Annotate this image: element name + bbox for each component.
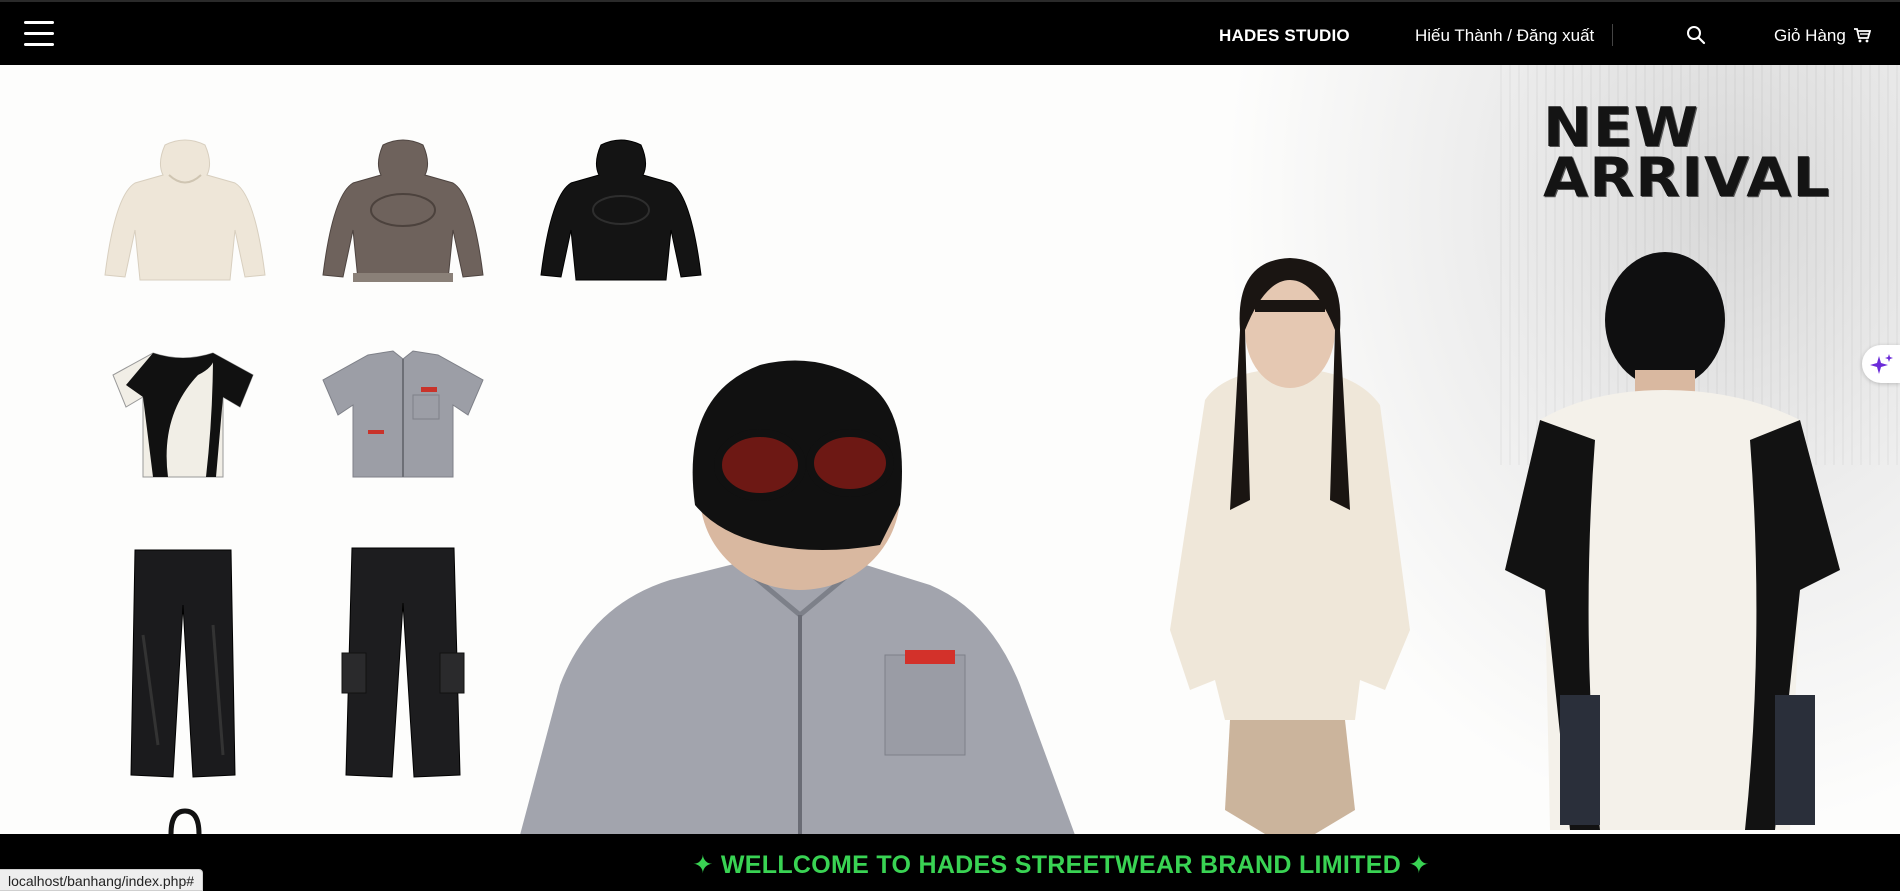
new-arrival-headline: NEW ARRIVAL <box>1543 96 1831 209</box>
model-cream-hoodie-image <box>1155 250 1425 834</box>
brand-link[interactable]: HADES STUDIO <box>1219 26 1350 46</box>
model-panel-tee-back-image <box>1500 240 1845 834</box>
cart-icon <box>1853 27 1871 43</box>
page: HADES STUDIO Hiếu Thành / Đăng xuất Giỏ … <box>0 0 1900 891</box>
grey-zip-shirt-image <box>318 345 488 485</box>
model-grey-shirt-image <box>520 355 1080 834</box>
cart-link[interactable]: Giỏ Hàng <box>1774 26 1871 46</box>
black-cargo-pants-image <box>338 543 468 780</box>
user-logout-link[interactable]: Hiếu Thành / Đăng xuất <box>1415 26 1594 46</box>
top-navbar: HADES STUDIO Hiếu Thành / Đăng xuất Giỏ … <box>0 0 1900 65</box>
hero-banner[interactable]: NEW ARRIVAL <box>0 65 1900 834</box>
black-hoodie-image <box>531 135 711 295</box>
panel-tee-image <box>108 345 258 485</box>
cart-label: Giỏ Hàng <box>1774 26 1846 45</box>
nav-divider <box>1612 24 1613 46</box>
welcome-bar: ✦ WELLCOME TO HADES STREETWEAR BRAND LIM… <box>0 834 1900 891</box>
welcome-marquee: ✦ WELLCOME TO HADES STREETWEAR BRAND LIM… <box>692 851 1430 879</box>
search-icon[interactable] <box>1686 25 1706 45</box>
brown-hoodie-image <box>313 135 493 295</box>
bag-handle-image <box>165 807 205 834</box>
hamburger-icon[interactable] <box>24 21 56 49</box>
cream-hoodie-image <box>95 135 275 295</box>
status-url: localhost/banhang/index.php# <box>0 869 204 891</box>
black-jeans-image <box>123 545 243 780</box>
ai-assistant-sparkle-icon[interactable] <box>1862 345 1900 383</box>
